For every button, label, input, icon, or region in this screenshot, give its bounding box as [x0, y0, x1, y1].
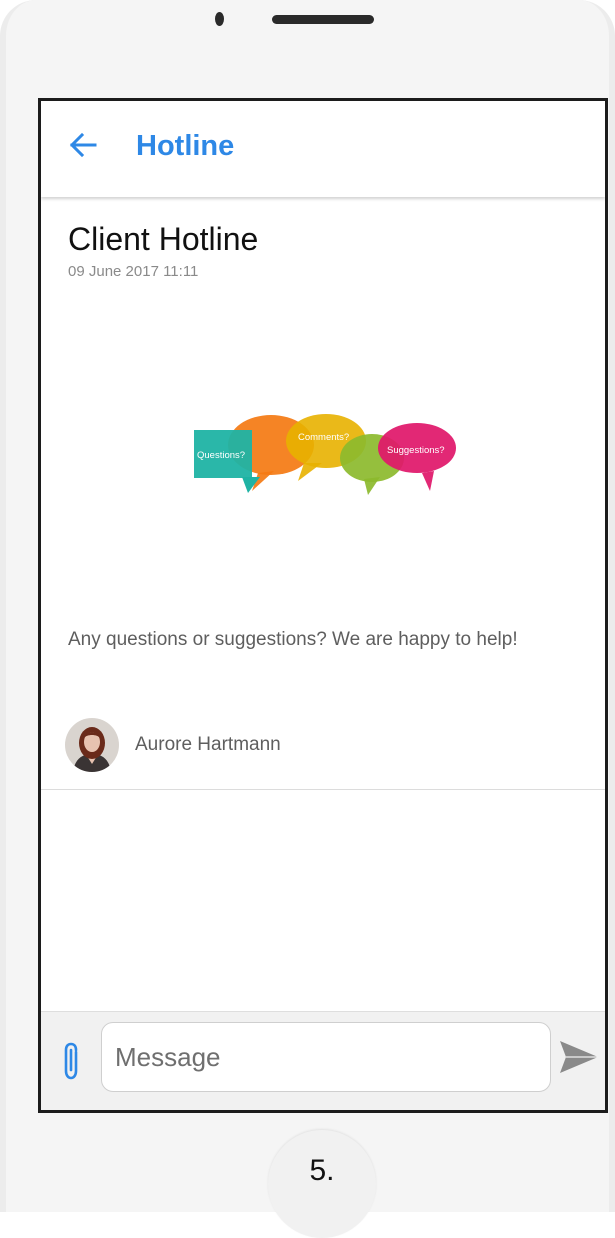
- bubble-questions: Questions?: [197, 450, 245, 461]
- post-body: Any questions or suggestions? We are hap…: [68, 629, 518, 650]
- post-title: Client Hotline: [68, 221, 259, 257]
- back-button[interactable]: [63, 125, 103, 165]
- front-camera: [215, 12, 224, 26]
- post-date: 09 June 2017 11:11: [68, 263, 199, 280]
- earpiece-speaker: [272, 15, 374, 24]
- bubble-suggestions: Suggestions?: [387, 445, 445, 456]
- avatar[interactable]: [65, 718, 119, 772]
- app-bar: Hotline: [41, 101, 605, 197]
- author-row[interactable]: Aurore Hartmann: [65, 713, 281, 777]
- content-divider: [41, 789, 605, 790]
- phone-frame: Hotline Client Hotline 09 June 2017 11:1…: [0, 0, 615, 1238]
- message-composer: [41, 1011, 605, 1110]
- bubble-comments: Comments?: [298, 432, 349, 443]
- arrow-left-icon: [69, 132, 97, 158]
- page-title: Hotline: [136, 130, 235, 162]
- app-screen: Hotline Client Hotline 09 June 2017 11:1…: [38, 98, 608, 1113]
- send-button[interactable]: [558, 1038, 600, 1076]
- paperclip-icon: [64, 1042, 78, 1080]
- author-avatar-icon: [65, 718, 119, 772]
- attach-button[interactable]: [57, 1040, 85, 1084]
- message-input[interactable]: [101, 1022, 551, 1092]
- author-name: Aurore Hartmann: [135, 734, 281, 755]
- send-icon: [560, 1041, 598, 1073]
- step-label: 5.: [309, 1154, 335, 1187]
- speech-bubbles-illustration: Questions? Comments? Suggestions?: [194, 414, 456, 495]
- home-button[interactable]: 5.: [268, 1130, 376, 1238]
